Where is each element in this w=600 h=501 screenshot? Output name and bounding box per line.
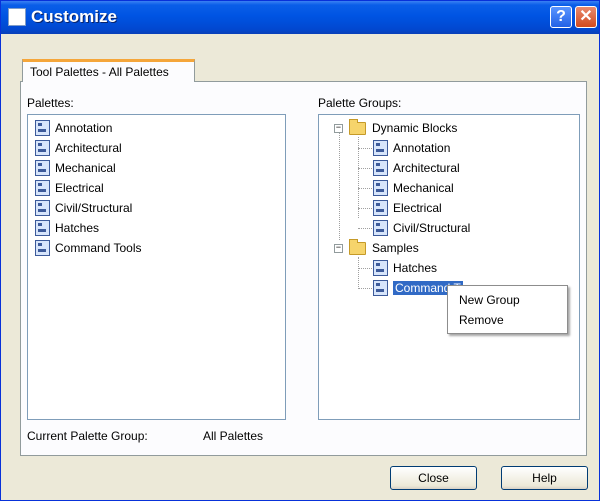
folder-icon — [349, 119, 366, 135]
customize-dialog: Customize ? ✕ Tool Palettes - All Palett… — [0, 0, 600, 501]
list-item-label: Command Tools — [55, 241, 142, 255]
tree-line — [358, 188, 372, 189]
palette-groups-label: Palette Groups: — [318, 96, 402, 110]
palette-icon — [35, 160, 50, 176]
tree-line — [358, 268, 372, 269]
tree-group-dynamic-blocks[interactable]: − Dynamic Blocks — [334, 118, 504, 138]
palette-icon — [373, 200, 388, 216]
title-close-button[interactable]: ✕ — [575, 6, 597, 28]
tree-line — [358, 257, 359, 287]
app-icon — [8, 8, 26, 26]
palette-icon — [373, 160, 388, 176]
palettes-label: Palettes: — [27, 96, 74, 110]
palettes-list[interactable]: Annotation Architectural Mechanical Elec… — [27, 114, 286, 420]
collapse-icon[interactable]: − — [334, 124, 343, 133]
tree-group-label: Dynamic Blocks — [372, 121, 458, 135]
palette-groups-tree[interactable]: − Dynamic Blocks Annotation Architectura… — [318, 114, 580, 420]
list-item-label: Hatches — [55, 221, 100, 235]
current-group-value: All Palettes — [203, 429, 264, 443]
tree-line — [358, 148, 372, 149]
tree-item-label: Mechanical — [393, 181, 454, 195]
list-item-label: Annotation — [55, 121, 113, 135]
tree-group-samples[interactable]: − Samples — [334, 238, 504, 258]
dialog-title: Customize — [31, 7, 117, 26]
palette-icon — [35, 120, 50, 136]
help-button[interactable]: Help — [501, 466, 588, 490]
context-menu: New Group Remove — [447, 285, 568, 334]
tree-line — [358, 208, 372, 209]
palette-icon — [35, 220, 50, 236]
list-item-label: Architectural — [55, 141, 122, 155]
tree-line — [358, 288, 372, 289]
title-bar[interactable]: Customize ? ✕ — [1, 1, 599, 34]
palette-icon — [373, 140, 388, 156]
tree-item-label: Annotation — [393, 141, 451, 155]
list-item-label: Civil/Structural — [55, 201, 133, 215]
tree-item-label: Civil/Structural — [393, 221, 471, 235]
collapse-icon[interactable]: − — [334, 244, 343, 253]
list-item-label: Mechanical — [55, 161, 116, 175]
palette-icon — [373, 260, 388, 276]
palette-icon — [35, 180, 50, 196]
tree-item-label: Hatches — [393, 261, 438, 275]
list-item-label: Electrical — [55, 181, 104, 195]
close-button[interactable]: Close — [390, 466, 477, 490]
palette-icon — [35, 240, 50, 256]
menu-item-remove[interactable]: Remove — [448, 310, 567, 330]
title-help-button[interactable]: ? — [550, 6, 572, 28]
palette-icon — [35, 140, 50, 156]
tree-item-label: Electrical — [393, 201, 442, 215]
tree-item-label: Architectural — [393, 161, 460, 175]
folder-icon — [349, 239, 366, 255]
tree-line — [358, 228, 372, 229]
palette-icon — [373, 180, 388, 196]
tree-line — [339, 128, 340, 240]
tab-tool-palettes[interactable]: Tool Palettes - All Palettes — [22, 59, 195, 82]
palette-icon — [35, 200, 50, 216]
tree-line — [358, 168, 372, 169]
tree-group-label: Samples — [372, 241, 419, 255]
menu-item-new-group[interactable]: New Group — [448, 290, 567, 310]
tree-line — [358, 137, 359, 218]
current-group-label: Current Palette Group: — [27, 429, 148, 443]
palette-icon — [373, 220, 388, 236]
palette-icon — [373, 280, 388, 296]
